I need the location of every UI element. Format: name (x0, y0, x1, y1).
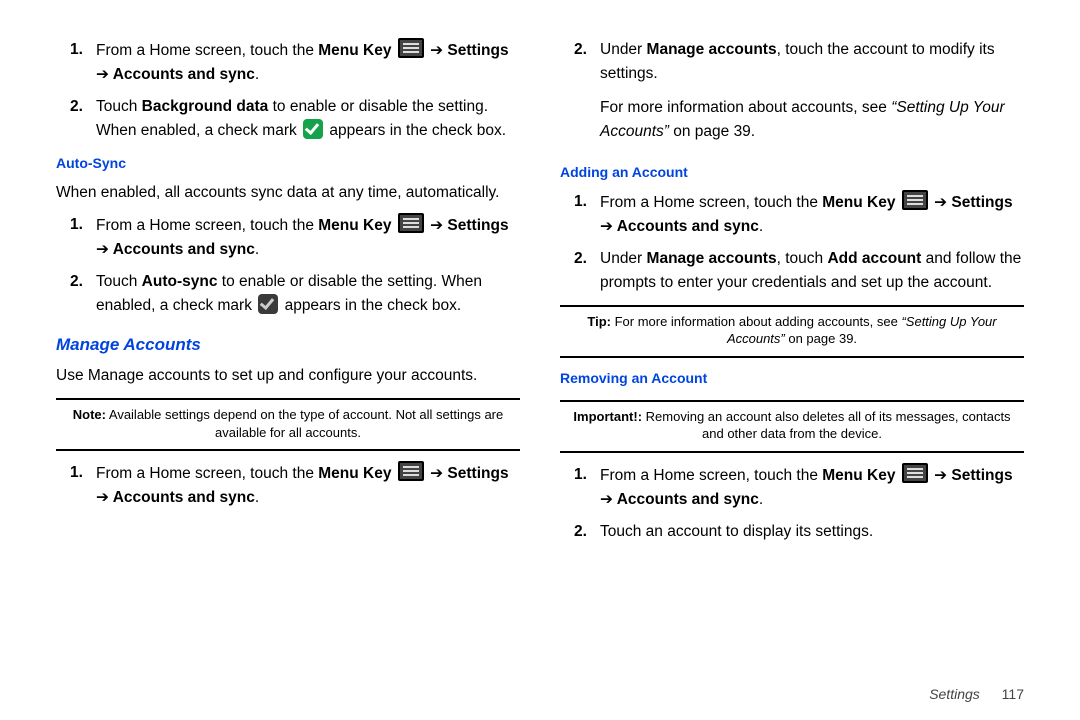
step-number: 2. (574, 520, 600, 544)
step-body: Under Manage accounts, touch the account… (600, 38, 1024, 152)
menu-key-icon (398, 213, 424, 233)
checkmark-icon (303, 119, 323, 139)
menu-key-icon (398, 461, 424, 481)
list-item: 2. Touch an account to display its setti… (574, 520, 1024, 544)
heading-manage-accounts: Manage Accounts (56, 332, 520, 358)
steps-adding: 1. From a Home screen, touch the Menu Ke… (560, 190, 1024, 295)
step-body: From a Home screen, touch the Menu Key ➔… (600, 463, 1024, 512)
list-item: 2. Touch Background data to enable or di… (70, 95, 520, 143)
step-number: 1. (70, 38, 96, 87)
footer-section: Settings (929, 686, 980, 702)
note-box: Note: Available settings depend on the t… (56, 398, 520, 451)
step-body: From a Home screen, touch the Menu Key ➔… (600, 190, 1024, 239)
list-item: 1. From a Home screen, touch the Menu Ke… (574, 190, 1024, 239)
steps-manage-2: 2. Under Manage accounts, touch the acco… (560, 38, 1024, 152)
step-number: 2. (70, 270, 96, 318)
page: 1. From a Home screen, touch the Menu Ke… (0, 0, 1080, 720)
step-number: 2. (70, 95, 96, 143)
steps-background-data: 1. From a Home screen, touch the Menu Ke… (56, 38, 520, 143)
step-number: 1. (70, 461, 96, 510)
steps-manage-1: 1. From a Home screen, touch the Menu Ke… (56, 461, 520, 510)
heading-adding-account: Adding an Account (560, 162, 1024, 184)
paragraph: When enabled, all accounts sync data at … (56, 181, 520, 205)
menu-key-icon (398, 38, 424, 58)
important-box: Important!: Removing an account also del… (560, 400, 1024, 453)
menu-key-icon (902, 463, 928, 483)
step-body: Under Manage accounts, touch Add account… (600, 247, 1024, 295)
step-number: 2. (574, 38, 600, 152)
menu-key-icon (902, 190, 928, 210)
list-item: 2. Under Manage accounts, touch Add acco… (574, 247, 1024, 295)
tip-box: Tip: For more information about adding a… (560, 305, 1024, 358)
list-item: 1. From a Home screen, touch the Menu Ke… (70, 461, 520, 510)
step-body: Touch an account to display its settings… (600, 520, 1024, 544)
left-column: 1. From a Home screen, touch the Menu Ke… (56, 36, 520, 552)
step-body: From a Home screen, touch the Menu Key ➔… (96, 461, 520, 510)
page-footer: Settings 117 (929, 686, 1024, 702)
step-number: 1. (574, 190, 600, 239)
list-item: 2. Touch Auto-sync to enable or disable … (70, 270, 520, 318)
step-body: From a Home screen, touch the Menu Key ➔… (96, 38, 520, 87)
footer-page-number: 117 (1002, 686, 1024, 702)
step-body: Touch Background data to enable or disab… (96, 95, 520, 143)
heading-auto-sync: Auto-Sync (56, 153, 520, 175)
paragraph: Use Manage accounts to set up and config… (56, 364, 520, 388)
step-number: 2. (574, 247, 600, 295)
paragraph: For more information about accounts, see… (600, 96, 1024, 144)
step-body: Touch Auto-sync to enable or disable the… (96, 270, 520, 318)
list-item: 2. Under Manage accounts, touch the acco… (574, 38, 1024, 152)
step-body: From a Home screen, touch the Menu Key ➔… (96, 213, 520, 262)
right-column: 2. Under Manage accounts, touch the acco… (560, 36, 1024, 552)
steps-auto-sync: 1. From a Home screen, touch the Menu Ke… (56, 213, 520, 318)
checkmark-dark-icon (258, 294, 278, 314)
list-item: 1. From a Home screen, touch the Menu Ke… (574, 463, 1024, 512)
list-item: 1. From a Home screen, touch the Menu Ke… (70, 213, 520, 262)
heading-removing-account: Removing an Account (560, 368, 1024, 390)
step-number: 1. (70, 213, 96, 262)
two-column-layout: 1. From a Home screen, touch the Menu Ke… (56, 36, 1024, 552)
step-number: 1. (574, 463, 600, 512)
list-item: 1. From a Home screen, touch the Menu Ke… (70, 38, 520, 87)
steps-removing: 1. From a Home screen, touch the Menu Ke… (560, 463, 1024, 544)
